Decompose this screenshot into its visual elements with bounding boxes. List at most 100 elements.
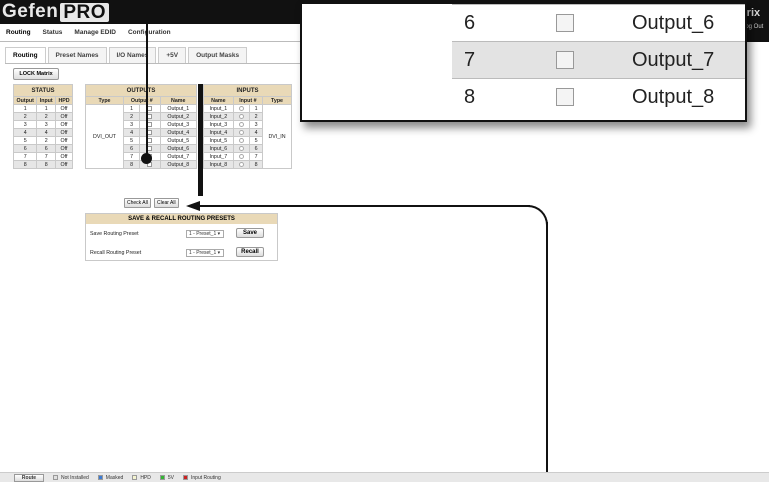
app-window: Gefen PRO trix Log Out Routing Status Ma… (0, 0, 769, 482)
status-cell: Off (55, 160, 73, 169)
route-button[interactable]: Route (14, 473, 44, 482)
zoom-output-name: Output_8 (632, 85, 715, 108)
input-radio[interactable] (238, 153, 244, 159)
output-mask-checkbox[interactable] (147, 137, 153, 143)
chevron-down-icon: ▾ (217, 250, 221, 256)
table-row: 7 7 Off (12, 152, 73, 161)
status-cell: Off (55, 136, 73, 145)
output-type-cell: DVI_OUT (84, 104, 125, 169)
output-number: 4 (123, 128, 141, 137)
zoom-output-number: 7 (464, 48, 476, 71)
legend-masked: Masked (97, 475, 123, 481)
tab-routing[interactable]: Routing (0, 24, 37, 42)
status-cell: 6 (36, 144, 57, 153)
legend-hpd: HPD (132, 475, 151, 481)
output-number: 6 (123, 144, 141, 153)
input-name: Input_2 (203, 112, 234, 121)
zoom-output-checkbox[interactable] (556, 88, 574, 106)
clear-all-button[interactable]: Clear All (154, 198, 179, 208)
input-number: 4 (249, 128, 264, 137)
check-all-button[interactable]: Check All (124, 198, 151, 208)
output-mask-checkbox[interactable] (147, 113, 153, 119)
subtab-preset-names[interactable]: Preset Names (47, 47, 107, 63)
outputs-header-number: Output # (123, 96, 161, 105)
input-name: Input_1 (203, 104, 234, 113)
output-number: 5 (123, 136, 141, 145)
swatch-icon (97, 475, 103, 480)
output-mask-checkbox[interactable] (147, 105, 153, 111)
subtab-5v[interactable]: +5V (158, 47, 187, 63)
status-header-output: Output (12, 96, 38, 105)
status-table: STATUS Output Input HPD 1 1 Off 2 2 Off 3 3 Of… (12, 84, 73, 169)
input-number: 6 (249, 144, 264, 153)
output-name: Output_2 (159, 112, 197, 121)
input-name: Input_8 (203, 160, 234, 169)
lock-matrix-button[interactable]: LOCK Matrix (13, 68, 59, 80)
zoom-output-checkbox[interactable] (556, 51, 574, 69)
output-mask-checkbox[interactable] (147, 121, 153, 127)
input-name: Input_5 (203, 136, 234, 145)
callout-pointer-line (146, 0, 148, 158)
recall-button[interactable]: Recall (236, 247, 264, 257)
legend-label: Not Installed (61, 474, 89, 481)
legend-not-installed: Not Installed (53, 475, 89, 481)
input-radio[interactable] (238, 145, 244, 151)
output-name: Output_1 (159, 104, 197, 113)
output-mask-checkbox[interactable] (147, 129, 153, 135)
input-number: 3 (249, 120, 264, 129)
output-number: 7 (123, 152, 141, 161)
output-number: 8 (123, 160, 141, 169)
outputs-title: OUTPUTS (85, 84, 197, 97)
status-cell: Off (55, 128, 73, 137)
status-cell: 2 (12, 112, 38, 121)
save-preset-select[interactable]: 1 - Preset_1 ▾ (186, 230, 224, 238)
input-name: Input_3 (203, 120, 234, 129)
swatch-icon (183, 475, 188, 480)
input-number: 1 (249, 104, 264, 113)
input-radio[interactable] (238, 129, 244, 135)
tab-manage-edid[interactable]: Manage EDID (68, 24, 122, 42)
output-name: Output_5 (159, 136, 197, 145)
input-radio[interactable] (238, 161, 244, 167)
table-row: 5 2 Off (12, 136, 73, 145)
input-radio[interactable] (238, 137, 244, 143)
output-number: 1 (123, 104, 141, 113)
table-row: 8 8 Off (12, 160, 73, 169)
output-name: Output_8 (159, 160, 197, 169)
logo-text: Gefen (2, 1, 59, 22)
status-cell: 1 (36, 104, 57, 113)
input-radio[interactable] (238, 121, 244, 127)
table-row: 3 3 Off (12, 120, 73, 129)
legend-5v: 5V (159, 474, 174, 481)
legend-label: 5V (167, 474, 174, 481)
status-cell: Off (55, 152, 73, 161)
input-number: 7 (249, 152, 264, 161)
status-cell: 4 (36, 128, 57, 137)
output-name: Output_4 (159, 128, 197, 137)
subtab-io-names[interactable]: I/O Names (108, 47, 157, 63)
status-cell: Off (55, 144, 73, 153)
gefen-pro-logo: Gefen PRO (2, 1, 110, 23)
output-mask-checkbox[interactable] (147, 145, 153, 151)
output-name: Output_6 (159, 144, 197, 153)
save-button[interactable]: Save (236, 228, 264, 238)
arrow-line-corner (528, 205, 548, 225)
subtab-routing[interactable]: Routing (5, 47, 46, 63)
tab-configuration[interactable]: Configuration (122, 24, 177, 42)
inputs-header-number: Input # (232, 96, 264, 105)
zoom-row: 7 Output_7 (452, 41, 745, 78)
zoom-output-checkbox[interactable] (556, 14, 574, 32)
main-tabs: Routing Status Manage EDID Configuration (0, 24, 300, 42)
legend-label: HPD (140, 474, 151, 481)
swatch-icon (159, 475, 165, 480)
table-row: DVI_OUT 1 Output_1 (84, 104, 197, 169)
zoom-row: 8 Output_8 (452, 78, 745, 115)
save-preset-value: 1 - Preset_1 (189, 231, 217, 237)
tab-status[interactable]: Status (37, 24, 69, 42)
status-cell: Off (55, 120, 73, 129)
arrow-line-horizontal (200, 205, 530, 207)
recall-preset-select[interactable]: 1 - Preset_1 ▾ (186, 249, 224, 257)
input-radio[interactable] (238, 113, 244, 119)
subtab-output-masks[interactable]: Output Masks (188, 47, 248, 63)
input-radio[interactable] (238, 105, 244, 111)
